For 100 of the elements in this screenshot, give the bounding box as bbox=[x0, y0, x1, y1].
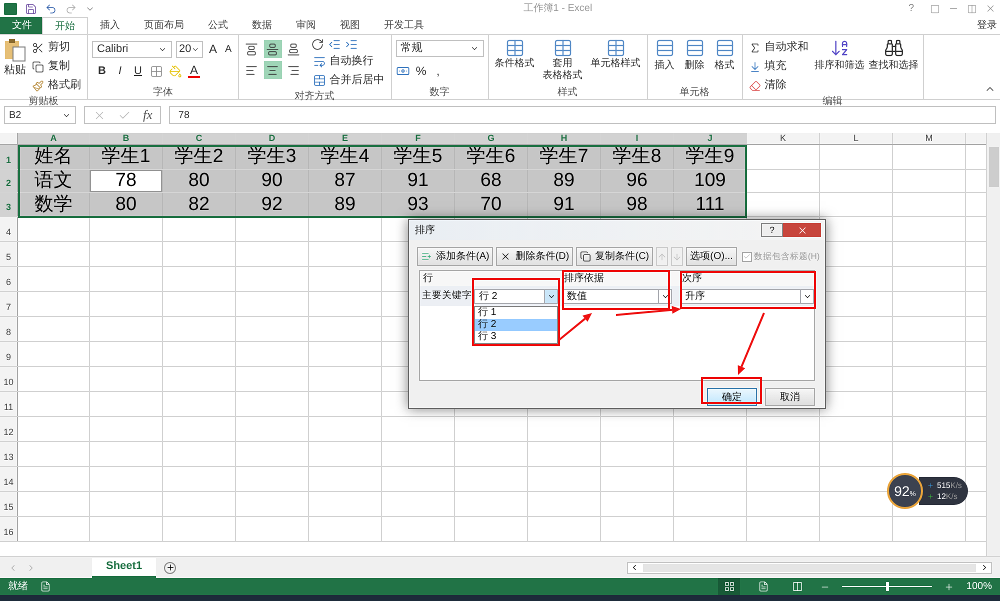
column-header[interactable]: C bbox=[163, 133, 236, 144]
wrap-text-button[interactable]: 自动换行 bbox=[310, 52, 387, 71]
align-button[interactable] bbox=[264, 40, 282, 58]
row-header[interactable]: 14 bbox=[0, 467, 18, 491]
clear-button[interactable]: 清除 bbox=[746, 76, 811, 95]
row-header[interactable]: 12 bbox=[0, 417, 18, 441]
ribbon-tab[interactable]: 审阅 bbox=[284, 17, 328, 34]
row-header[interactable]: 9 bbox=[0, 342, 18, 366]
column-header[interactable]: H bbox=[528, 133, 601, 144]
help-button[interactable]: ? bbox=[900, 1, 922, 16]
fill-button[interactable]: 填充 bbox=[746, 57, 811, 76]
row-header[interactable]: 5 bbox=[0, 242, 18, 266]
row-header[interactable]: 4 bbox=[0, 217, 18, 241]
column-header[interactable]: K bbox=[747, 133, 820, 144]
order-dropdown[interactable]: 升序 bbox=[680, 288, 814, 304]
grow-font-button[interactable]: A bbox=[207, 40, 220, 58]
row-header[interactable]: 15 bbox=[0, 492, 18, 516]
ribbon-tab[interactable]: 插入 bbox=[88, 17, 132, 34]
row-header[interactable]: 6 bbox=[0, 267, 18, 291]
find-select-button[interactable]: 查找和选择 bbox=[868, 38, 919, 73]
vertical-scrollbar[interactable] bbox=[986, 133, 1000, 556]
row-header[interactable]: 8 bbox=[0, 317, 18, 341]
ribbon-tab[interactable]: 开发工具 bbox=[372, 17, 436, 34]
style-button[interactable]: 单元格样式 bbox=[588, 38, 643, 70]
ribbon-tab[interactable]: 公式 bbox=[196, 17, 240, 34]
upload-speed: 515K/s bbox=[937, 480, 962, 491]
dropdown-option[interactable]: 行 2 bbox=[475, 319, 557, 331]
column-header[interactable]: I bbox=[601, 133, 674, 144]
table-icon bbox=[606, 38, 626, 58]
options-button[interactable]: 选项(O)... bbox=[686, 247, 737, 266]
ribbon-tab[interactable]: 开始 bbox=[42, 17, 88, 34]
shrink-font-button[interactable]: A bbox=[223, 42, 234, 56]
help-button[interactable]: ? bbox=[761, 223, 783, 237]
row-header[interactable]: 16 bbox=[0, 517, 18, 541]
ribbon-display-icon bbox=[930, 4, 940, 14]
column-header[interactable]: M bbox=[893, 133, 966, 144]
ribbon-tab[interactable]: 数据 bbox=[240, 17, 284, 34]
copy-button[interactable]: 复制 bbox=[30, 57, 83, 76]
dropdown-option[interactable]: 行 1 bbox=[475, 307, 557, 319]
name-box[interactable]: B2 bbox=[4, 106, 76, 124]
row-header[interactable]: 11 bbox=[0, 392, 18, 416]
column-header[interactable]: G bbox=[455, 133, 528, 144]
sort-on-dropdown[interactable]: 数值 bbox=[562, 288, 672, 304]
zoom-slider-thumb[interactable] bbox=[886, 582, 890, 591]
table-cell: 学生6 bbox=[455, 145, 528, 169]
ribbon-tab[interactable]: 视图 bbox=[328, 17, 372, 34]
formula-input[interactable]: 78 bbox=[169, 106, 996, 124]
row-header[interactable]: 13 bbox=[0, 442, 18, 466]
view-button[interactable] bbox=[718, 578, 740, 595]
column-header[interactable]: E bbox=[309, 133, 382, 144]
row-header[interactable]: 7 bbox=[0, 292, 18, 316]
column-header[interactable]: D bbox=[236, 133, 309, 144]
format-painter-button[interactable]: 格式刷 bbox=[30, 76, 83, 95]
font-size-dropdown[interactable]: 20 bbox=[176, 40, 203, 58]
font-style-button[interactable]: I bbox=[114, 63, 126, 80]
row-header[interactable]: 1 bbox=[0, 145, 18, 169]
row-header[interactable]: 3 bbox=[0, 193, 18, 216]
autosum-button[interactable]: 自动求和 bbox=[746, 38, 811, 57]
sort-filter-button[interactable]: 排序和筛选 bbox=[814, 38, 865, 73]
style-button[interactable]: 条件格式 bbox=[492, 38, 537, 70]
ribbon-tab[interactable]: 页面布局 bbox=[132, 17, 196, 34]
row-header[interactable]: 10 bbox=[0, 367, 18, 391]
paintbrush-icon bbox=[32, 80, 44, 92]
ribbon-tab[interactable]: 文件 bbox=[0, 17, 42, 34]
add-condition-button[interactable]: 添加条件(A) bbox=[417, 247, 494, 266]
eraser-icon bbox=[748, 80, 761, 92]
font-color-button[interactable]: A bbox=[188, 64, 200, 78]
style-button[interactable]: 套用 表格格式 bbox=[540, 38, 585, 82]
add-sheet-icon[interactable] bbox=[164, 562, 176, 574]
column-header[interactable]: A bbox=[18, 133, 90, 144]
table-cell: 96 bbox=[601, 170, 674, 192]
table-cell: 91 bbox=[528, 193, 601, 216]
font-style-button[interactable]: U bbox=[132, 63, 144, 80]
cancel-button[interactable]: 取消 bbox=[765, 388, 815, 406]
cells-button[interactable]: 删除 bbox=[682, 38, 708, 73]
percent-button[interactable]: % bbox=[416, 62, 426, 80]
copy-condition-button[interactable]: 复制条件(C) bbox=[576, 247, 654, 266]
insert-function-button[interactable]: fx bbox=[143, 105, 152, 125]
merge-center-button[interactable]: 合并后居中 bbox=[310, 71, 387, 90]
table-cell: 学生1 bbox=[90, 145, 163, 169]
cells-button[interactable]: 插入 bbox=[652, 38, 678, 73]
column-header[interactable]: F bbox=[382, 133, 455, 144]
sheet-tab[interactable]: Sheet1 bbox=[92, 558, 156, 578]
sort-key-dropdown[interactable]: 行 2 bbox=[474, 288, 558, 304]
dropdown-option[interactable]: 行 3 bbox=[475, 331, 557, 343]
column-header[interactable]: L bbox=[820, 133, 893, 144]
font-name-dropdown[interactable]: Calibri bbox=[92, 40, 172, 58]
cut-button[interactable]: 剪切 bbox=[30, 38, 83, 57]
paste-button[interactable]: 粘贴 bbox=[4, 38, 26, 78]
cells-button[interactable]: 格式 bbox=[712, 38, 738, 73]
row-header[interactable]: 2 bbox=[0, 170, 18, 192]
horizontal-scrollbar[interactable] bbox=[627, 562, 992, 574]
sign-in-link[interactable]: 登录 bbox=[974, 17, 1000, 34]
align-button[interactable] bbox=[264, 61, 282, 79]
column-header[interactable]: B bbox=[90, 133, 163, 144]
number-format-dropdown[interactable]: 常规 bbox=[396, 40, 484, 57]
delete-condition-button[interactable]: 删除条件(D) bbox=[496, 247, 574, 266]
comma-button[interactable]: , bbox=[432, 62, 444, 80]
column-header[interactable]: J bbox=[674, 133, 747, 144]
font-style-button[interactable]: B bbox=[96, 63, 108, 80]
